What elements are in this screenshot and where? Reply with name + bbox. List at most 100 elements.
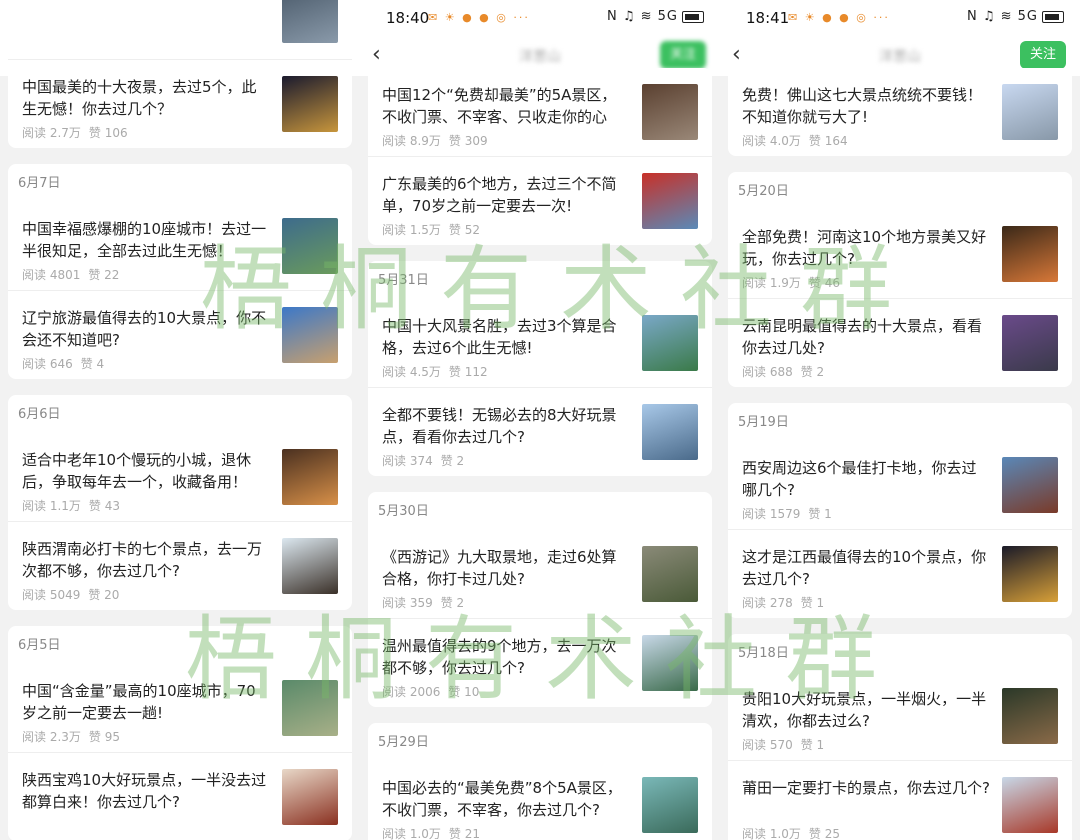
battery-icon bbox=[1042, 10, 1064, 23]
like-count: 赞 1 bbox=[800, 738, 825, 752]
article-thumbnail[interactable] bbox=[282, 307, 338, 363]
read-count: 阅读 374 bbox=[382, 454, 433, 468]
like-count: 赞 1 bbox=[800, 596, 825, 610]
status-time: 18:41 bbox=[746, 9, 790, 27]
article-title: 《西游记》九大取景地，走过6处算合格，你打卡过几处? bbox=[382, 548, 617, 588]
notification-icons: ✉ ☀ ● ● ◎ ··· bbox=[428, 11, 530, 24]
article-thumbnail[interactable] bbox=[282, 538, 338, 594]
article-meta bbox=[22, 817, 30, 831]
article-meta: 阅读 1.0万赞 21 bbox=[382, 825, 480, 840]
article-item[interactable]: 西安周边这6个最佳打卡地，你去过哪几个? 阅读 1579 赞 1 bbox=[728, 441, 1072, 529]
battery-icon bbox=[682, 10, 704, 23]
date-group-card: 5月30日 《西游记》九大取景地，走过6处算合格，你打卡过几处? 阅读 359 赞 2… bbox=[368, 492, 712, 707]
article-item[interactable]: 中国“含金量”最高的10座城市，70岁之前一定要去一趟! 阅读 2.3万赞 95 bbox=[8, 664, 352, 752]
article-thumbnail[interactable] bbox=[642, 635, 698, 691]
article-item[interactable]: 适合中老年10个慢玩的小城，退休后，争取每年去一个，收藏备用！ 阅读 1.1万赞 … bbox=[8, 433, 352, 521]
follow-button[interactable]: 关注 bbox=[1020, 41, 1066, 69]
article-title: 莆田一定要打卡的景点，你去过几个? bbox=[742, 779, 990, 797]
article-thumbnail[interactable] bbox=[1002, 84, 1058, 140]
article-thumbnail[interactable] bbox=[282, 769, 338, 825]
phone-screen: 18:41 ✉ ☀ ● ● ◎ ··· N ♫ ≋ 5G ‹ 洋葱山 关注 免费！佛山这七大… bbox=[720, 0, 1080, 840]
article-title: 贵阳10大好玩景点，一半烟火，一半清欢，你都去过么? bbox=[742, 690, 987, 730]
like-count: 赞 1 bbox=[808, 507, 832, 521]
article-thumbnail[interactable] bbox=[282, 0, 338, 43]
read-count: 阅读 2.7万 bbox=[22, 126, 81, 140]
article-thumbnail[interactable] bbox=[642, 173, 698, 229]
system-icons: N ♫ ≋ 5G bbox=[967, 9, 1064, 24]
article-item[interactable]: 辽宁旅游最值得去的10大景点，你不会还不知道吧? 阅读 646 赞 4 bbox=[8, 290, 352, 379]
like-count: 赞 43 bbox=[88, 499, 120, 513]
like-count: 赞 52 bbox=[448, 223, 480, 237]
article-thumbnail[interactable] bbox=[642, 546, 698, 602]
read-count: 阅读 1.1万 bbox=[22, 499, 81, 513]
article-item[interactable]: 莆田一定要打卡的景点，你去过几个? 阅读 1.0万赞 25 bbox=[728, 760, 1072, 840]
read-count: 阅读 688 bbox=[742, 365, 793, 379]
article-thumbnail[interactable] bbox=[282, 76, 338, 132]
article-thumbnail[interactable] bbox=[642, 404, 698, 460]
read-count: 阅读 4.5万 bbox=[382, 365, 441, 379]
read-count: 阅读 1.0万 bbox=[742, 827, 801, 840]
article-thumbnail[interactable] bbox=[282, 680, 338, 736]
article-item[interactable]: （顶部文章） bbox=[8, 0, 352, 59]
article-item[interactable]: 云南昆明最值得去的十大景点，看看你去过几处? 阅读 688 赞 2 bbox=[728, 298, 1072, 387]
like-count: 赞 10 bbox=[448, 685, 480, 699]
article-title: 适合中老年10个慢玩的小城，退休后，争取每年去一个，收藏备用！ bbox=[22, 451, 252, 491]
article-item[interactable]: 中国幸福感爆棚的10座城市！去过一半很知足，全部去过此生无憾！ 阅读 4801 赞 … bbox=[8, 202, 352, 290]
article-thumbnail[interactable] bbox=[642, 777, 698, 833]
article-item[interactable]: 全都不要钱！无锡必去的8大好玩景点，看看你去过几个? 阅读 374 赞 2 bbox=[368, 387, 712, 476]
article-thumbnail[interactable] bbox=[1002, 457, 1058, 513]
article-item[interactable]: 温州最值得去的9个地方，去一万次都不够，你去过几个? 阅读 2006 赞 10 bbox=[368, 618, 712, 707]
date-group-card: （顶部文章） 中国最美的十大夜景，去过5个，此生无憾！你去过几个？ 阅读 2.7万赞… bbox=[8, 0, 352, 148]
status-bar: 18:40✉ ☀ ● ● ◎ ··· N ♫ ≋ 5G bbox=[360, 0, 720, 36]
article-item[interactable]: 广东最美的6个地方，去过三个不简单，70岁之前一定要去一次! 阅读 1.5万赞 5… bbox=[368, 156, 712, 245]
article-item[interactable]: 陕西宝鸡10大好玩景点，一半没去过都算白来！你去过几个? bbox=[8, 752, 352, 840]
article-title: 西安周边这6个最佳打卡地，你去过哪几个? bbox=[742, 459, 977, 499]
article-title: 中国最美的十大夜景，去过5个，此生无憾！你去过几个？ bbox=[22, 78, 257, 118]
article-thumbnail[interactable] bbox=[1002, 546, 1058, 602]
date-group-card: 中国12个“免费却最美”的5A景区，不收门票、不宰客、只收走你的心 阅读 8.9万… bbox=[368, 68, 712, 245]
article-thumbnail[interactable] bbox=[282, 449, 338, 505]
article-title: 免费！佛山这七大景点统统不要钱！不知道你就亏大了! bbox=[742, 86, 983, 126]
article-feed: 免费！佛山这七大景点统统不要钱！不知道你就亏大了! 阅读 4.0万赞 164 5月2… bbox=[728, 68, 1072, 840]
read-count: 阅读 5049 bbox=[22, 588, 81, 602]
date-header: 5月18日 bbox=[738, 646, 789, 661]
article-title: 云南昆明最值得去的十大景点，看看你去过几处? bbox=[742, 317, 983, 357]
read-count: 阅读 278 bbox=[742, 596, 793, 610]
article-item[interactable]: 中国必去的“最美免费”8个5A景区，不收门票，不宰客，你去过几个? 阅读 1.0万… bbox=[368, 761, 712, 840]
date-header: 5月19日 bbox=[738, 415, 789, 430]
article-item[interactable]: 中国12个“免费却最美”的5A景区，不收门票、不宰客、只收走你的心 阅读 8.9万… bbox=[368, 68, 712, 156]
like-count: 赞 4 bbox=[80, 357, 105, 371]
article-title: 陕西宝鸡10大好玩景点，一半没去过都算白来！你去过几个? bbox=[22, 771, 267, 811]
article-item[interactable]: 陕西渭南必打卡的七个景点，去一万次都不够，你去过几个? 阅读 5049 赞 20 bbox=[8, 521, 352, 610]
article-thumbnail[interactable] bbox=[1002, 688, 1058, 744]
read-count: 阅读 1.0万 bbox=[382, 827, 441, 840]
article-thumbnail[interactable] bbox=[1002, 315, 1058, 371]
article-thumbnail[interactable] bbox=[1002, 226, 1058, 282]
article-item[interactable]: 中国十大风景名胜，去过3个算是合格，去过6个此生无憾! 阅读 4.5万赞 112 bbox=[368, 299, 712, 387]
article-thumbnail[interactable] bbox=[642, 315, 698, 371]
like-count: 赞 2 bbox=[440, 596, 465, 610]
article-thumbnail[interactable] bbox=[642, 84, 698, 140]
article-thumbnail[interactable] bbox=[1002, 777, 1058, 833]
read-count: 阅读 570 bbox=[742, 738, 793, 752]
article-item[interactable]: 《西游记》九大取景地，走过6处算合格，你打卡过几处? 阅读 359 赞 2 bbox=[368, 530, 712, 618]
article-feed: （顶部文章） 中国最美的十大夜景，去过5个，此生无憾！你去过几个？ 阅读 2.7万赞… bbox=[8, 0, 352, 840]
article-title: 中国幸福感爆棚的10座城市！去过一半很知足，全部去过此生无憾！ bbox=[22, 220, 267, 260]
article-item[interactable]: 免费！佛山这七大景点统统不要钱！不知道你就亏大了! 阅读 4.0万赞 164 bbox=[728, 68, 1072, 156]
article-item[interactable]: 贵阳10大好玩景点，一半烟火，一半清欢，你都去过么? 阅读 570 赞 1 bbox=[728, 672, 1072, 760]
article-item[interactable]: 中国最美的十大夜景，去过5个，此生无憾！你去过几个？ 阅读 2.7万赞 106 bbox=[8, 59, 352, 148]
article-meta: 阅读 688 赞 2 bbox=[742, 363, 824, 380]
article-item[interactable]: 全部免费！河南这10个地方景美又好玩，你去过几个? 阅读 1.9万赞 46 bbox=[728, 210, 1072, 298]
article-thumbnail[interactable] bbox=[282, 218, 338, 274]
date-header: 6月7日 bbox=[18, 176, 61, 191]
follow-button[interactable]: 关注 bbox=[660, 41, 706, 69]
signal-icons: N ♫ ≋ 5G bbox=[966, 9, 1038, 24]
article-item[interactable]: 这才是江西最值得去的10个景点，你去过几个? 阅读 278 赞 1 bbox=[728, 529, 1072, 618]
phone-screen: 18:40✉ ☀ ● ● ◎ ···N ♫ ≋ 5G‹洋葱山关注（顶部文章）中国… bbox=[0, 0, 360, 840]
article-meta: 阅读 4.0万赞 164 bbox=[742, 132, 848, 149]
article-title: 温州最值得去的9个地方，去一万次都不够，你去过几个? bbox=[382, 637, 617, 677]
article-title: 中国必去的“最美免费”8个5A景区，不收门票，不宰客，你去过几个? bbox=[382, 779, 622, 819]
read-count: 阅读 4.0万 bbox=[742, 134, 801, 148]
notification-icons: ✉ ☀ ● ● ◎ ··· bbox=[788, 11, 890, 24]
read-count: 阅读 1579 bbox=[742, 507, 801, 521]
